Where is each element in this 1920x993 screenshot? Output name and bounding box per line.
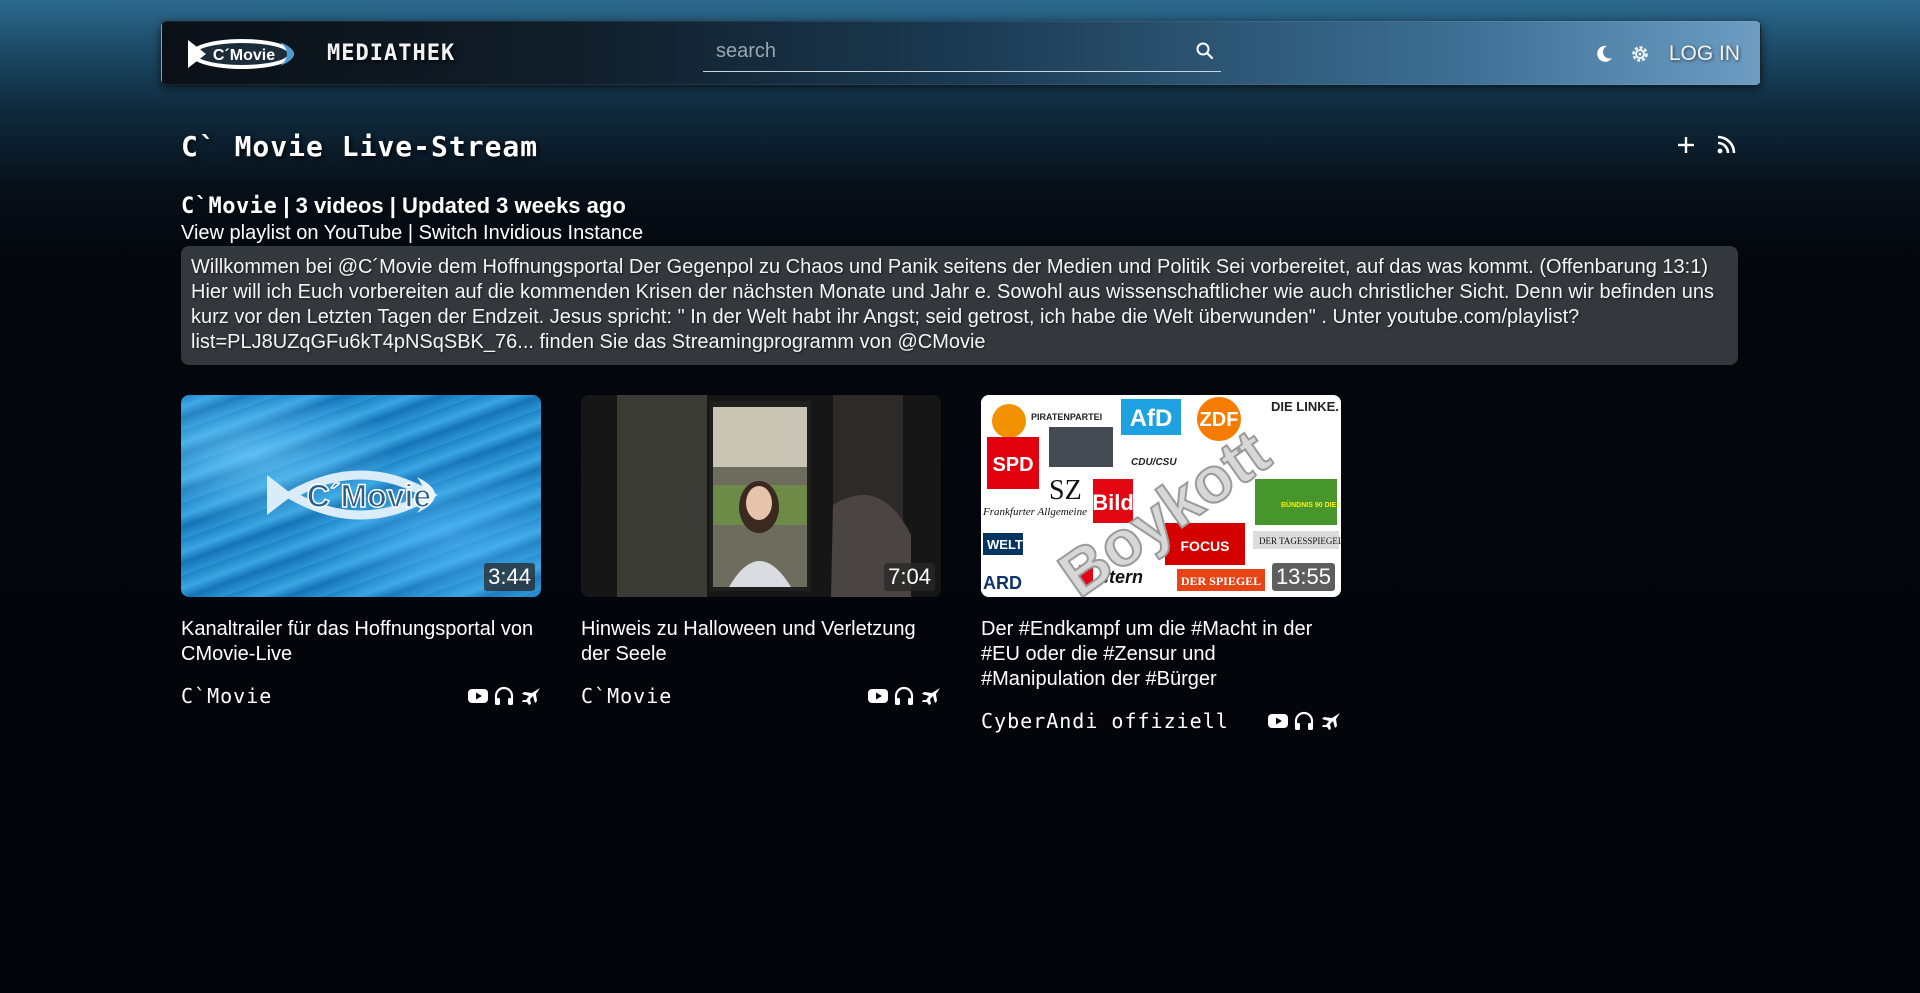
video-card: PIRATENPARTEI AfD ZDF DIE LINKE. SPD SZ …: [981, 395, 1341, 735]
playlist-description: Willkommen bei @C´Movie dem Hoffnungspor…: [181, 246, 1738, 365]
moon-icon[interactable]: [1593, 43, 1615, 65]
video-card: C´Movie 3:44 Kanaltrailer für das Hoffnu…: [181, 395, 541, 710]
jet-icon[interactable]: [1319, 711, 1341, 731]
switch-instance-link[interactable]: Switch Invidious Instance: [419, 222, 644, 244]
view-on-youtube-link[interactable]: View playlist on YouTube: [181, 222, 402, 244]
login-link[interactable]: LOG IN: [1669, 42, 1740, 66]
video-footer: C`Movie: [581, 684, 941, 710]
logo-sz: SZ: [1049, 475, 1082, 506]
video-author-link[interactable]: C`Movie: [181, 684, 272, 708]
playlist-stats: | 3 videos | Updated 3 weeks ago: [277, 193, 626, 218]
top-navbar: C´Movie MEDIATHEK LOG IN: [161, 21, 1761, 85]
search-box: [703, 32, 1221, 72]
video-thumbnail[interactable]: 7:04: [581, 395, 941, 597]
headphones-icon[interactable]: [493, 686, 515, 706]
rss-icon[interactable]: [1713, 132, 1739, 158]
thumb-logo-text: C´Movie: [307, 478, 431, 514]
logo-gruene: BÜNDNIS 90 DIE GRÜNEN: [1281, 500, 1341, 509]
video-title-link[interactable]: Kanaltrailer für das Hoffnungsportal von…: [181, 617, 541, 667]
jet-icon[interactable]: [519, 686, 541, 706]
youtube-icon[interactable]: [867, 686, 889, 706]
video-author-link[interactable]: C`Movie: [581, 684, 672, 708]
video-footer: CyberAndi offiziell: [981, 709, 1341, 735]
logo-spiegel: DER SPIEGEL: [1181, 574, 1261, 588]
playlist-channel-link[interactable]: C`Movie: [181, 194, 277, 219]
logo-faz: Frankfurter Allgemeine: [982, 506, 1087, 518]
logo-piraten: PIRATENPARTEI: [1031, 412, 1102, 422]
video-actions: [1263, 711, 1341, 731]
video-duration: 7:04: [884, 563, 935, 591]
logo-afd: AfD: [1130, 405, 1173, 432]
video-thumbnail[interactable]: PIRATENPARTEI AfD ZDF DIE LINKE. SPD SZ …: [981, 395, 1341, 597]
nav-actions: LOG IN: [1593, 38, 1740, 70]
youtube-icon[interactable]: [467, 686, 489, 706]
plus-icon[interactable]: [1673, 132, 1699, 158]
page-title: C` Movie Live-Stream: [181, 130, 539, 163]
search-icon[interactable]: [1195, 41, 1215, 61]
video-duration: 3:44: [484, 563, 535, 591]
logo-ard: ARD: [983, 573, 1022, 593]
cmovie-logo[interactable]: C´Movie: [184, 32, 310, 76]
video-thumbnail[interactable]: C´Movie 3:44: [181, 395, 541, 597]
jet-icon[interactable]: [919, 686, 941, 706]
video-card: 7:04 Hinweis zu Halloween und Verletzung…: [581, 395, 941, 710]
logo-tagesspiegel: DER TAGESSPIEGEL: [1259, 536, 1341, 546]
video-footer: C`Movie: [181, 684, 541, 710]
search-input[interactable]: [703, 32, 1183, 70]
video-actions: [863, 686, 941, 706]
video-actions: [463, 686, 541, 706]
playlist-meta: C`Movie | 3 videos | Updated 3 weeks ago: [181, 193, 626, 219]
video-author-link[interactable]: CyberAndi offiziell: [981, 709, 1229, 733]
brand-title[interactable]: MEDIATHEK: [327, 41, 455, 66]
video-title-link[interactable]: Hinweis zu Halloween und Verletzung der …: [581, 617, 941, 667]
logo-text: C´Movie: [213, 47, 275, 64]
link-separator: |: [402, 222, 419, 244]
headphones-icon[interactable]: [893, 686, 915, 706]
logo-linke: DIE LINKE.: [1271, 399, 1339, 414]
gear-icon[interactable]: [1629, 43, 1651, 65]
headphones-icon[interactable]: [1293, 711, 1315, 731]
video-duration: 13:55: [1271, 563, 1335, 591]
video-title-link[interactable]: Der #Endkampf um die #Macht in der #EU o…: [981, 617, 1341, 692]
youtube-icon[interactable]: [1267, 711, 1289, 731]
logo-spd: SPD: [992, 454, 1033, 476]
playlist-links: View playlist on YouTube | Switch Invidi…: [181, 222, 643, 245]
logo-welt: WELT: [987, 537, 1023, 552]
playlist-actions: [1659, 132, 1739, 158]
